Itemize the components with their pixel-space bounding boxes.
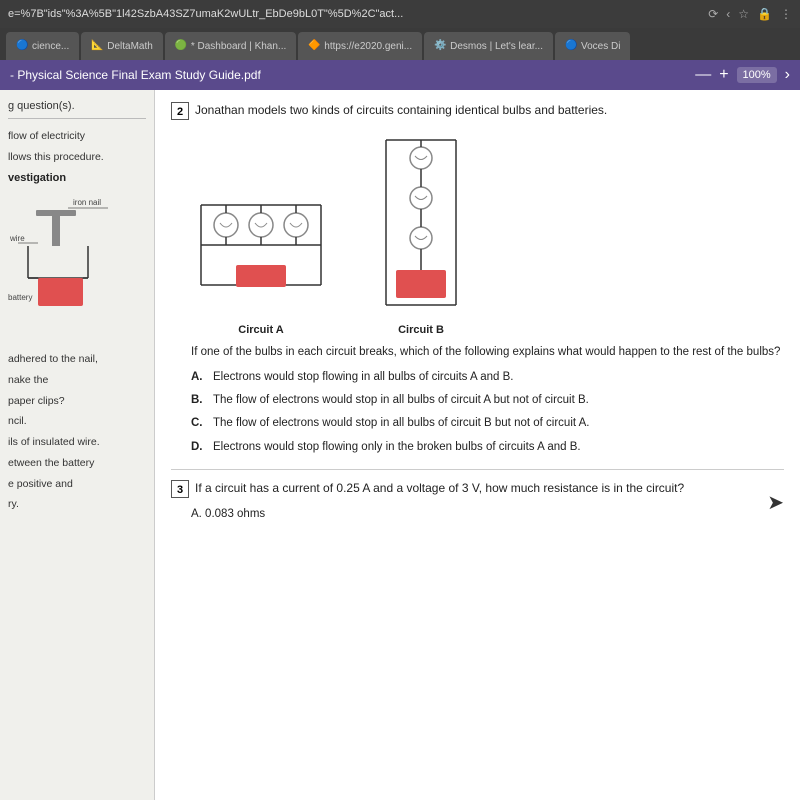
svg-text:wire: wire: [9, 234, 25, 243]
circuit-a-label: Circuit A: [238, 324, 283, 336]
url-text: e=%7B"ids"%3A%5B"1l42SzbA43SZ7umaK2wULtr…: [8, 8, 702, 20]
zoom-minus-button[interactable]: —: [695, 66, 711, 84]
sidebar-bottom-7: e positive and: [8, 477, 146, 492]
sidebar-bottom-1: adhered to the nail,: [8, 352, 146, 367]
sidebar-bottom-2: nake the: [8, 373, 146, 388]
answer-letter-d: D.: [191, 439, 213, 455]
pdf-title: - Physical Science Final Exam Study Guid…: [10, 68, 261, 82]
lock-icon: 🔒: [757, 7, 772, 21]
sidebar-bottom-6: etween the battery: [8, 456, 146, 471]
tab-khan-icon: 🟢: [175, 40, 187, 52]
sidebar-investigation-heading: vestigation: [8, 172, 146, 184]
answer-3-text-a: A. 0.083 ohms: [191, 506, 265, 522]
tab-deltamath[interactable]: 📐 DeltaMath: [81, 32, 163, 60]
circuits-container: Circuit A: [191, 130, 784, 336]
question-2-number: 2: [171, 102, 189, 120]
question-3-row: 3 If a circuit has a current of 0.25 A a…: [171, 480, 784, 498]
tab-e2020[interactable]: 🔶 https://e2020.geni...: [298, 32, 422, 60]
circuit-b-label: Circuit B: [398, 324, 444, 336]
answer-letter-b: B.: [191, 392, 213, 408]
sidebar-circuit-svg: iron nail wire battery: [8, 188, 138, 343]
right-panel: 2 Jonathan models two kinds of circuits …: [155, 90, 800, 800]
tab-science[interactable]: 🔵 cience...: [6, 32, 79, 60]
sidebar-bottom-8: ry.: [8, 497, 146, 512]
pdf-controls: — + 100% ›: [695, 66, 790, 84]
pdf-toolbar: - Physical Science Final Exam Study Guid…: [0, 60, 800, 90]
svg-text:iron nail: iron nail: [73, 198, 101, 207]
answer-choice-d: D. Electrons would stop flowing only in …: [191, 439, 784, 455]
tab-khan[interactable]: 🟢 * Dashboard | Khan...: [165, 32, 296, 60]
sidebar-flow-text: flow of electricity: [8, 129, 146, 144]
question-2-block: 2 Jonathan models two kinds of circuits …: [171, 102, 784, 455]
zoom-plus-button[interactable]: +: [719, 66, 728, 84]
tab-science-icon: 🔵: [16, 40, 28, 52]
question-2-text: Jonathan models two kinds of circuits co…: [195, 102, 784, 119]
tab-e2020-icon: 🔶: [308, 40, 320, 52]
browser-icons: ⟳ ‹ ☆ 🔒 ⋮: [708, 7, 792, 21]
question-3-number: 3: [171, 480, 189, 498]
answer-choice-b: B. The flow of electrons would stop in a…: [191, 392, 784, 408]
circuit-b-svg: [371, 130, 471, 320]
main-content: g question(s). flow of electricity llows…: [0, 90, 800, 800]
circuit-a-svg: [191, 175, 331, 320]
tab-science-label: cience...: [32, 41, 69, 52]
answer-text-c: The flow of electrons would stop in all …: [213, 415, 590, 431]
sidebar-diagram: iron nail wire battery: [8, 188, 138, 348]
answer-letter-a: A.: [191, 369, 213, 385]
tab-deltamath-icon: 📐: [91, 40, 103, 52]
tabs-bar: 🔵 cience... 📐 DeltaMath 🟢 * Dashboard | …: [0, 28, 800, 60]
circuit-b-diagram: Circuit B: [371, 130, 471, 336]
answer-choice-a: A. Electrons would stop flowing in all b…: [191, 369, 784, 385]
question-2-row: 2 Jonathan models two kinds of circuits …: [171, 102, 784, 120]
answer-choice-c: C. The flow of electrons would stop in a…: [191, 415, 784, 431]
tab-desmos[interactable]: ⚙️ Desmos | Let's lear...: [424, 32, 553, 60]
answer-text-d: Electrons would stop flowing only in the…: [213, 439, 581, 455]
sidebar-bottom-5: ils of insulated wire.: [8, 435, 146, 450]
sidebar-bottom-3: paper clips?: [8, 394, 146, 409]
sidebar-bottom-4: ncil.: [8, 414, 146, 429]
question-3-choices: A. 0.083 ohms: [191, 506, 784, 522]
question-3-text: If a circuit has a current of 0.25 A and…: [195, 480, 784, 497]
menu-icon[interactable]: ⋮: [780, 7, 792, 21]
answer-3-choice-a: A. 0.083 ohms: [191, 506, 784, 522]
tab-e2020-label: https://e2020.geni...: [324, 41, 412, 52]
sidebar-question-hint: g question(s).: [8, 100, 146, 119]
svg-text:battery: battery: [8, 293, 32, 302]
if-question-text: If one of the bulbs in each circuit brea…: [191, 344, 784, 361]
tab-voces-icon: 🔵: [565, 40, 577, 52]
nav-arrow-icon[interactable]: ›: [785, 66, 790, 84]
zoom-display: 100%: [737, 67, 777, 83]
url-bar[interactable]: e=%7B"ids"%3A%5B"1l42SzbA43SZ7umaK2wULtr…: [0, 0, 800, 28]
tab-deltamath-label: DeltaMath: [107, 41, 153, 52]
tab-desmos-icon: ⚙️: [434, 40, 446, 52]
tab-voces[interactable]: 🔵 Voces Di: [555, 32, 630, 60]
back-icon[interactable]: ‹: [726, 7, 730, 21]
tab-khan-label: * Dashboard | Khan...: [191, 41, 286, 52]
answer-choices: A. Electrons would stop flowing in all b…: [191, 369, 784, 454]
circuit-a-diagram: Circuit A: [191, 175, 331, 336]
answer-text-b: The flow of electrons would stop in all …: [213, 392, 589, 408]
answer-letter-c: C.: [191, 415, 213, 431]
left-sidebar: g question(s). flow of electricity llows…: [0, 90, 155, 800]
answer-text-a: Electrons would stop flowing in all bulb…: [213, 369, 513, 385]
tab-voces-label: Voces Di: [581, 41, 620, 52]
tab-desmos-label: Desmos | Let's lear...: [450, 41, 543, 52]
question-3-block: 3 If a circuit has a current of 0.25 A a…: [171, 469, 784, 522]
star-icon[interactable]: ☆: [738, 7, 749, 21]
refresh-icon[interactable]: ⟳: [708, 7, 718, 21]
sidebar-follows-text: llows this procedure.: [8, 150, 146, 165]
